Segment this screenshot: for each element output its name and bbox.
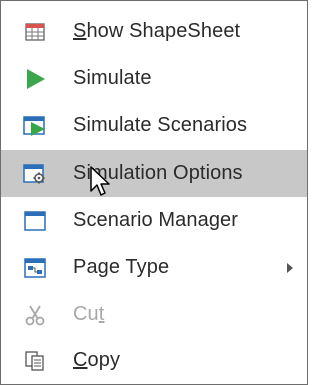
simulate-scenarios-icon: [21, 112, 49, 140]
page-type-icon: [21, 254, 49, 282]
menu-item-show-shapesheet[interactable]: Show ShapeSheet: [1, 8, 307, 55]
menu-item-label: Page Type: [73, 256, 170, 278]
menu-item-label: Cut: [73, 303, 105, 325]
shapesheet-icon: [21, 18, 49, 46]
play-icon: [21, 65, 49, 93]
menu-item-copy[interactable]: Copy: [1, 337, 307, 384]
scissors-icon: [21, 301, 49, 329]
menu-item-label: Show ShapeSheet: [73, 20, 241, 42]
mouse-cursor-icon: [90, 166, 110, 196]
menu-item-simulate-scenarios[interactable]: Simulate Scenarios: [1, 102, 307, 149]
menu-item-label: Scenario Manager: [73, 209, 239, 231]
simulation-options-icon: [21, 160, 49, 188]
submenu-arrow-icon: [287, 262, 293, 273]
menu-item-cut[interactable]: Cut: [1, 291, 307, 338]
menu-item-simulation-options[interactable]: Simulation Options: [1, 150, 307, 197]
scenario-manager-icon: [21, 207, 49, 235]
menu-item-simulate[interactable]: Simulate: [1, 55, 307, 102]
menu-item-scenario-manager[interactable]: Scenario Manager: [1, 197, 307, 244]
copy-icon: [21, 347, 49, 375]
menu-item-label: Simulate Scenarios: [73, 114, 248, 136]
context-menu: Show ShapeSheet Simulate Simulate Scenar…: [0, 0, 308, 385]
menu-item-page-type[interactable]: Page Type: [1, 244, 307, 291]
menu-item-label: Simulate: [73, 67, 152, 89]
menu-item-label: Copy: [73, 349, 121, 371]
